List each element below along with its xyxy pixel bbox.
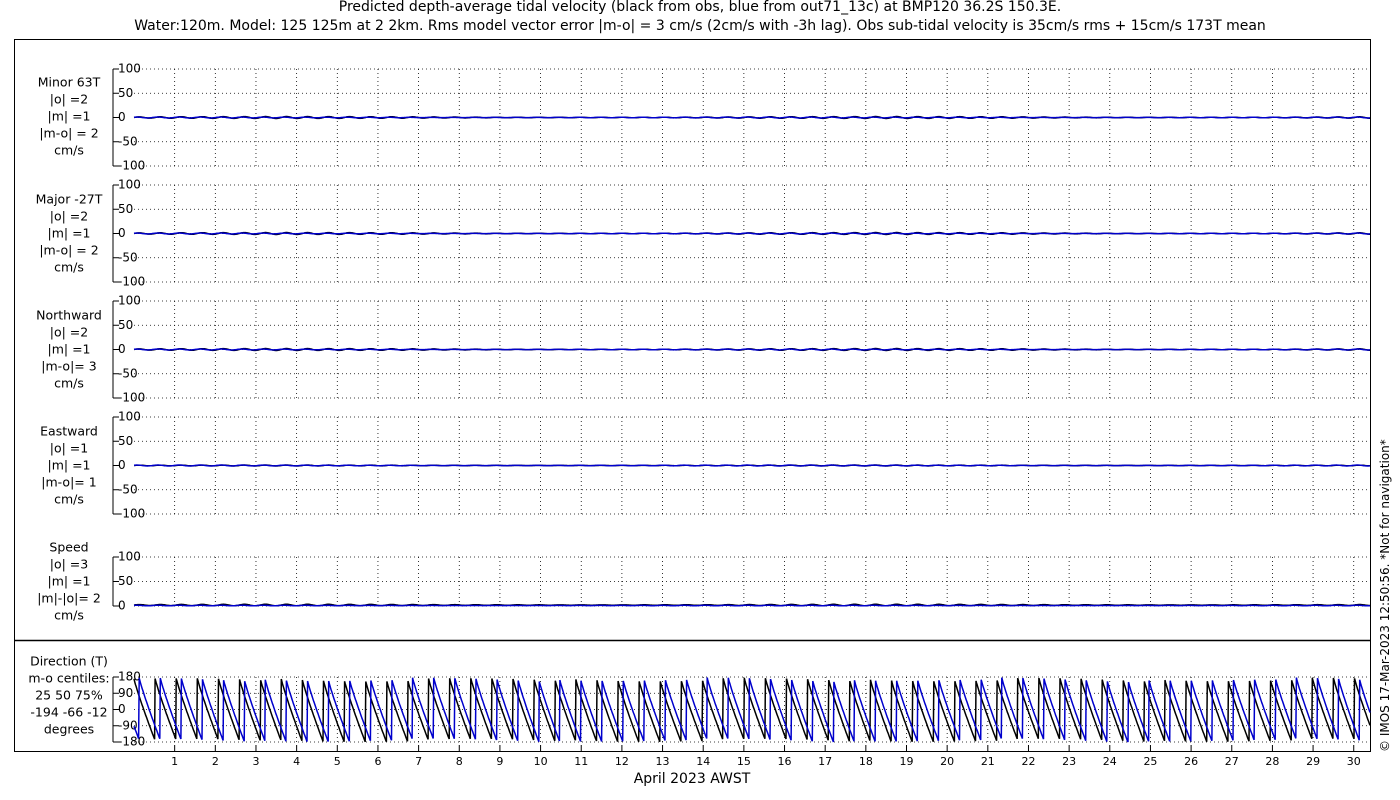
northward-ytick-label: 0 bbox=[118, 342, 126, 356]
x-tick-label: 6 bbox=[374, 755, 381, 768]
x-tick-label: 18 bbox=[859, 755, 873, 768]
direction-label-line-1: Direction (T) bbox=[30, 654, 108, 669]
northward-ytick-label: 50 bbox=[118, 318, 133, 332]
x-tick-label: 19 bbox=[900, 755, 914, 768]
major-ytick-label: 0 bbox=[118, 226, 126, 240]
major-label-line-3: |m| =1 bbox=[48, 226, 91, 241]
x-tick-label: 17 bbox=[818, 755, 832, 768]
major-label-line-4: |m-o| = 2 bbox=[39, 243, 98, 258]
x-tick-label: 20 bbox=[940, 755, 954, 768]
minor-ytick-label: 0 bbox=[118, 110, 126, 124]
minor-label-line-2: |o| =2 bbox=[50, 92, 88, 107]
x-tick-label: 14 bbox=[696, 755, 710, 768]
minor-ytick-label: -50 bbox=[118, 134, 138, 148]
x-tick-label: 24 bbox=[1103, 755, 1117, 768]
x-tick-label: 9 bbox=[496, 755, 503, 768]
direction-ytick-label: 180 bbox=[118, 670, 141, 684]
northward-label-line-2: |o| =2 bbox=[50, 325, 88, 340]
eastward-ytick-label: 100 bbox=[118, 410, 141, 424]
major-ytick-label: 50 bbox=[118, 202, 133, 216]
speed-label-line-2: |o| =3 bbox=[50, 557, 88, 572]
northward-label-line-4: |m-o|= 3 bbox=[41, 359, 96, 374]
chart-canvas: 100500-50-100Minor 63T|o| =2|m| =1|m-o| … bbox=[14, 39, 1371, 787]
major-ytick-label: -50 bbox=[118, 250, 138, 264]
x-tick-label: 13 bbox=[656, 755, 670, 768]
x-tick-label: 7 bbox=[415, 755, 422, 768]
x-tick-label: 30 bbox=[1347, 755, 1361, 768]
speed-label-line-5: cm/s bbox=[54, 608, 84, 623]
eastward-ytick-label: 0 bbox=[118, 458, 126, 472]
speed-label-line-3: |m| =1 bbox=[48, 574, 91, 589]
eastward-series-model-line bbox=[134, 464, 1370, 467]
minor-ytick-label: 100 bbox=[118, 62, 141, 76]
eastward-label-line-2: |o| =1 bbox=[50, 441, 88, 456]
x-tick-label: 4 bbox=[293, 755, 300, 768]
x-tick-label: 27 bbox=[1225, 755, 1239, 768]
major-label-line-2: |o| =2 bbox=[50, 209, 88, 224]
minor-label-line-5: cm/s bbox=[54, 143, 84, 158]
x-tick-label: 5 bbox=[334, 755, 341, 768]
x-tick-label: 11 bbox=[574, 755, 588, 768]
minor-series-model-line bbox=[134, 116, 1370, 119]
x-tick-label: 10 bbox=[534, 755, 548, 768]
figure-frame bbox=[14, 39, 1371, 752]
northward-series-model-line bbox=[134, 348, 1370, 351]
speed-ytick-label: 0 bbox=[118, 599, 126, 613]
x-tick-label: 22 bbox=[1021, 755, 1035, 768]
x-tick-label: 3 bbox=[252, 755, 259, 768]
minor-label-line-4: |m-o| = 2 bbox=[39, 126, 98, 141]
major-series-model-line bbox=[134, 232, 1370, 235]
minor-label-line-3: |m| =1 bbox=[48, 109, 91, 124]
minor-label-line-1: Minor 63T bbox=[38, 75, 101, 90]
x-tick-label: 8 bbox=[456, 755, 463, 768]
direction-label-line-2: m-o centiles: bbox=[28, 671, 109, 686]
eastward-ytick-label: -100 bbox=[118, 507, 145, 521]
speed-series-model-line bbox=[133, 604, 1370, 607]
x-tick-label: 25 bbox=[1143, 755, 1157, 768]
eastward-ytick-label: 50 bbox=[118, 434, 133, 448]
northward-ytick-label: -50 bbox=[118, 366, 138, 380]
major-label-line-5: cm/s bbox=[54, 260, 84, 275]
northward-label-line-5: cm/s bbox=[54, 376, 84, 391]
x-tick-label: 21 bbox=[981, 755, 995, 768]
northward-ytick-label: 100 bbox=[118, 294, 141, 308]
eastward-label-line-3: |m| =1 bbox=[48, 458, 91, 473]
eastward-label-line-4: |m-o|= 1 bbox=[41, 475, 96, 490]
x-tick-label: 29 bbox=[1306, 755, 1320, 768]
direction-ytick-label: 0 bbox=[118, 702, 126, 716]
x-tick-label: 16 bbox=[778, 755, 792, 768]
direction-label-line-5: degrees bbox=[44, 722, 94, 737]
minor-ytick-label: 50 bbox=[118, 86, 133, 100]
northward-label-line-1: Northward bbox=[36, 308, 102, 323]
direction-ytick-label: -180 bbox=[118, 735, 145, 749]
eastward-label-line-5: cm/s bbox=[54, 492, 84, 507]
x-tick-label: 23 bbox=[1062, 755, 1076, 768]
major-ytick-label: 100 bbox=[118, 178, 141, 192]
x-axis-label: April 2023 AWST bbox=[634, 771, 751, 787]
eastward-ytick-label: -50 bbox=[118, 482, 138, 496]
speed-ytick-label: 50 bbox=[118, 574, 133, 588]
x-tick-label: 28 bbox=[1265, 755, 1279, 768]
northward-label-line-3: |m| =1 bbox=[48, 342, 91, 357]
speed-ytick-label: 100 bbox=[118, 550, 141, 564]
northward-ytick-label: -100 bbox=[118, 391, 145, 405]
x-tick-label: 12 bbox=[615, 755, 629, 768]
x-tick-label: 15 bbox=[737, 755, 751, 768]
direction-label-line-3: 25 50 75% bbox=[35, 688, 103, 703]
minor-ytick-label: -100 bbox=[118, 159, 145, 173]
x-tick-label: 2 bbox=[212, 755, 219, 768]
speed-label-line-1: Speed bbox=[49, 540, 88, 555]
speed-label-line-4: |m|-|o|= 2 bbox=[37, 591, 101, 606]
major-label-line-1: Major -27T bbox=[36, 192, 103, 207]
x-tick-label: 26 bbox=[1184, 755, 1198, 768]
x-tick-label: 1 bbox=[171, 755, 178, 768]
direction-label-line-4: -194 -66 -12 bbox=[30, 705, 107, 720]
eastward-label-line-1: Eastward bbox=[40, 424, 98, 439]
direction-ytick-label: 90 bbox=[118, 686, 133, 700]
copyright-notice: © IMOS 17-Mar-2023 12:50:56. *Not for na… bbox=[1378, 439, 1392, 752]
major-ytick-label: -100 bbox=[118, 275, 145, 289]
